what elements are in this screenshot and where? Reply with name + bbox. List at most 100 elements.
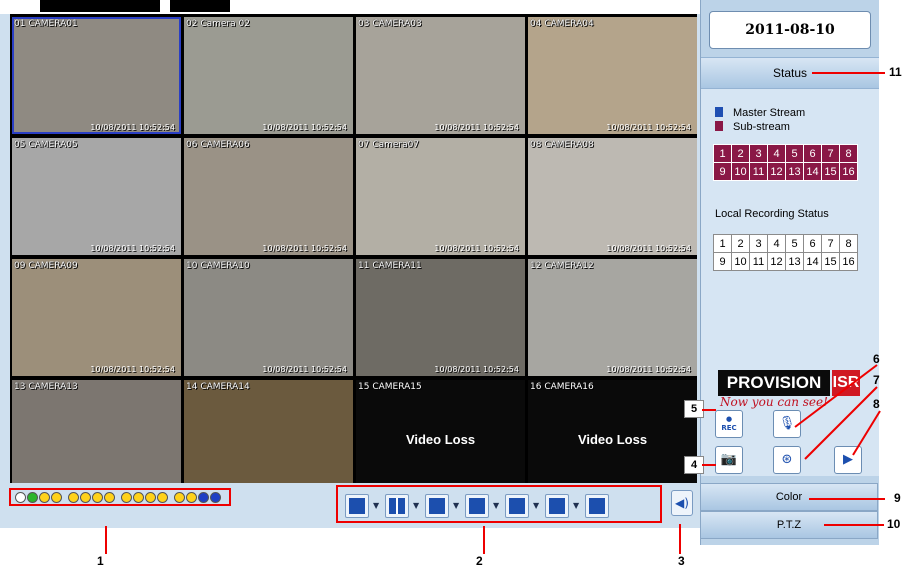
chevron-down-icon[interactable]: ▼ xyxy=(453,501,463,510)
layout-8-button[interactable] xyxy=(465,494,489,518)
recording-channel-cell: 5 xyxy=(785,234,804,253)
chevron-down-icon[interactable]: ▼ xyxy=(493,501,503,510)
camera-label: 12 CAMERA12 xyxy=(530,261,594,271)
recording-channel-cell: 11 xyxy=(749,252,768,271)
camera-timestamp: 10/08/2011 10:52:54 xyxy=(262,365,347,374)
stream-channel-cell: 3 xyxy=(749,144,768,163)
recording-channel-cell: 7 xyxy=(821,234,840,253)
chevron-down-icon[interactable]: ▼ xyxy=(413,501,423,510)
channel-status-dot xyxy=(133,491,144,503)
camera-icon: 📷 xyxy=(720,452,738,467)
camera-tile[interactable]: 11 CAMERA11 10/08/2011 10:52:54 xyxy=(356,259,525,376)
recording-channel-cell: 8 xyxy=(839,234,858,253)
channel-status-dot xyxy=(80,491,91,503)
recording-channel-cell: 1 xyxy=(713,234,732,253)
recording-channel-cell: 15 xyxy=(821,252,840,271)
camera-tile[interactable]: 08 CAMERA08 10/08/2011 10:52:54 xyxy=(528,138,697,255)
stream-channel-cell: 2 xyxy=(731,144,750,163)
master-stream-legend: Master Stream xyxy=(715,107,805,119)
channel-status-dot xyxy=(121,491,132,503)
stream-channel-cell: 14 xyxy=(803,162,822,181)
recording-channel-cell: 10 xyxy=(731,252,750,271)
camera-label: 09 CAMERA09 xyxy=(14,261,78,271)
callout-4: 4 xyxy=(684,456,704,474)
stream-channel-cell: 6 xyxy=(803,144,822,163)
layout-13-button[interactable] xyxy=(545,494,569,518)
camera-tile[interactable]: 07 Camera07 10/08/2011 10:52:54 xyxy=(356,138,525,255)
camera-tile[interactable]: 16 CAMERA16Video Loss10/08/2011 10:52:54 xyxy=(528,380,697,497)
recording-channel-cell: 6 xyxy=(803,234,822,253)
camera-tile[interactable]: 14 CAMERA1410/08/2011 10:52:54 xyxy=(184,380,353,497)
camera-tile[interactable]: 09 CAMERA09 10/08/2011 10:52:54 xyxy=(12,259,181,376)
camera-timestamp: 10/08/2011 10:52:54 xyxy=(90,365,175,374)
chevron-down-icon[interactable]: ▼ xyxy=(533,501,543,510)
layout-1-button[interactable] xyxy=(345,494,369,518)
camera-label: 11 CAMERA11 xyxy=(358,261,422,271)
callout-line-3 xyxy=(679,524,681,554)
record-button[interactable]: ● REC xyxy=(715,410,743,438)
bottom-toolbar: ▼ ▼ ▼ ▼ ▼ ▼ ◀) xyxy=(0,483,700,528)
stream-channel-cell: 10 xyxy=(731,162,750,181)
camera-tile[interactable]: 06 CAMERA06 10/08/2011 10:52:54 xyxy=(184,138,353,255)
local-recording-title: Local Recording Status xyxy=(715,208,829,220)
camera-tile[interactable]: 03 CAMERA03 10/08/2011 10:52:54 xyxy=(356,17,525,134)
camera-tile[interactable]: 15 CAMERA15Video Loss10/08/2011 10:52:54 xyxy=(356,380,525,497)
recording-channel-cell: 3 xyxy=(749,234,768,253)
camera-tile[interactable]: 05 CAMERA05 10/08/2011 10:52:54 xyxy=(12,138,181,255)
stream-channel-cell: 16 xyxy=(839,162,858,181)
camera-grid: 01 CAMERA01 10/08/2011 10:52:54 02 Camera … xyxy=(10,14,697,497)
video-loss-text: Video Loss xyxy=(577,432,648,447)
main-panel: 01 CAMERA01 10/08/2011 10:52:54 02 Camera … xyxy=(0,14,700,528)
camera-tile[interactable]: 04 CAMERA04 10/08/2011 10:52:54 xyxy=(528,17,697,134)
record-icon: ● REC xyxy=(721,415,737,432)
snapshot-button[interactable]: 📷 xyxy=(715,446,743,474)
status-label: Status xyxy=(772,66,808,80)
channel-status-dot xyxy=(157,491,168,503)
recording-channel-grid: 1 2 3 4 5 6 7 8 9 10 11 12 13 14 15 16 xyxy=(713,234,858,271)
recording-channel-cell: 9 xyxy=(713,252,732,271)
sub-stream-swatch xyxy=(715,121,723,131)
layout-16-button[interactable] xyxy=(585,494,609,518)
sub-stream-legend: Sub-stream xyxy=(715,121,790,133)
callout-10: 10 xyxy=(887,517,901,531)
channel-status-indicators xyxy=(9,488,231,506)
callout-line-1 xyxy=(105,526,107,554)
chevron-down-icon[interactable]: ▼ xyxy=(573,501,583,510)
camera-timestamp: 10/08/2011 10:52:54 xyxy=(262,244,347,253)
channel-status-dot xyxy=(15,491,26,503)
header-fragment xyxy=(170,0,230,12)
video-loss-text: Video Loss xyxy=(405,432,476,447)
channel-status-dot xyxy=(27,491,38,503)
camera-label: 04 CAMERA04 xyxy=(530,19,594,29)
stream-channel-cell: 7 xyxy=(821,144,840,163)
camera-timestamp: 10/08/2011 10:52:54 xyxy=(434,123,519,132)
camera-tile[interactable]: 13 CAMERA1310/08/2011 10:52:54 xyxy=(12,380,181,497)
camera-tile[interactable]: 02 Camera 02 10/08/2011 10:52:54 xyxy=(184,17,353,134)
layout-4-button[interactable] xyxy=(385,494,409,518)
playback-reel-button[interactable]: ⊛ xyxy=(773,446,801,474)
camera-label: 10 CAMERA10 xyxy=(186,261,250,271)
recording-channel-cell: 12 xyxy=(767,252,786,271)
chevron-down-icon[interactable]: ▼ xyxy=(373,501,383,510)
camera-timestamp: 10/08/2011 10:52:54 xyxy=(606,123,691,132)
channel-status-dot xyxy=(210,491,221,503)
channel-status-dot xyxy=(92,491,103,503)
channel-status-dot xyxy=(145,491,156,503)
channel-status-dot xyxy=(104,491,115,503)
camera-tile[interactable]: 01 CAMERA01 10/08/2011 10:52:54 xyxy=(12,17,181,134)
layout-9-button[interactable] xyxy=(505,494,529,518)
camera-label: 14 CAMERA14 xyxy=(186,382,250,392)
layout-6-button[interactable] xyxy=(425,494,449,518)
channel-status-dot xyxy=(39,491,50,503)
stream-channel-cell: 1 xyxy=(713,144,732,163)
recording-channel-cell: 13 xyxy=(785,252,804,271)
audio-button[interactable]: ◀) xyxy=(671,490,693,516)
stream-channel-cell: 8 xyxy=(839,144,858,163)
camera-timestamp: 10/08/2011 10:52:54 xyxy=(434,244,519,253)
callout-5: 5 xyxy=(684,400,704,418)
header-fragment xyxy=(40,0,160,12)
top-header-strip xyxy=(0,0,700,15)
camera-tile[interactable]: 10 CAMERA10 10/08/2011 10:52:54 xyxy=(184,259,353,376)
camera-tile[interactable]: 12 CAMERA12 10/08/2011 10:52:54 xyxy=(528,259,697,376)
color-button[interactable]: Color xyxy=(700,483,878,511)
